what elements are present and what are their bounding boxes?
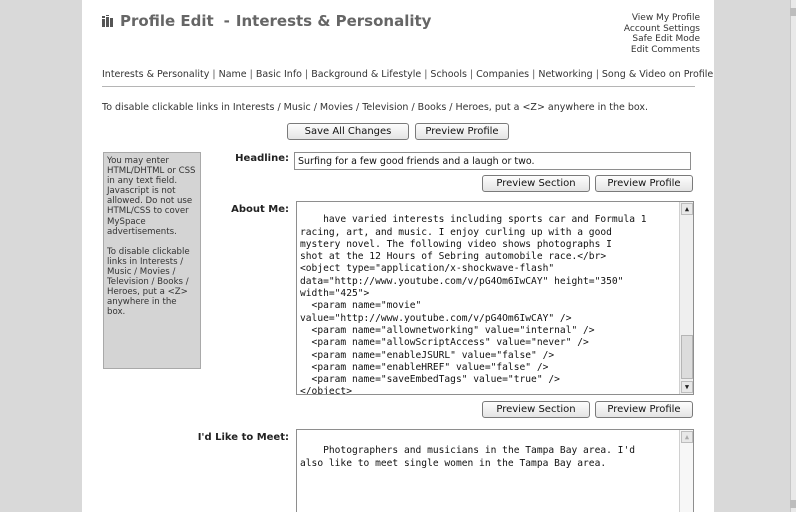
like-to-meet-label: I'd Like to Meet: — [197, 432, 289, 443]
link-view-my-profile[interactable]: View My Profile — [624, 13, 700, 24]
tab-song-video[interactable]: Song & Video on Profile — [602, 69, 713, 80]
help-text-html: You may enter HTML/DHTML or CSS in any t… — [107, 156, 196, 237]
section-tabs: Interests & Personality | Name | Basic Info |… — [102, 69, 713, 87]
header-links: View My Profile Account Settings Safe Ed… — [624, 13, 700, 55]
scroll-up-arrow-icon[interactable]: ▲ — [681, 431, 693, 443]
window-scroll-up-icon[interactable] — [790, 8, 796, 16]
tab-divider: | — [304, 69, 309, 80]
tab-divider: | — [469, 69, 474, 80]
tab-background-lifestyle[interactable]: Background & Lifestyle — [311, 69, 421, 80]
about-me-label: About Me: — [231, 204, 289, 215]
scroll-up-arrow-icon[interactable]: ▲ — [681, 203, 693, 215]
tab-interests-personality[interactable]: Interests & Personality — [102, 69, 209, 80]
page-title: Profile Edit - Interests & Personality — [102, 12, 431, 30]
tab-divider: | — [212, 69, 216, 80]
link-account-settings[interactable]: Account Settings — [624, 24, 700, 35]
about-me-text: have varied interests including sports c… — [300, 214, 647, 395]
save-all-changes-button[interactable]: Save All Changes — [287, 123, 409, 140]
myspace-logo-icon — [102, 14, 114, 27]
tab-name[interactable]: Name — [219, 69, 247, 80]
window-scroll-down-icon[interactable] — [790, 500, 796, 508]
html-help-box: You may enter HTML/DHTML or CSS in any t… — [103, 152, 201, 369]
headline-input[interactable]: Surfing for a few good friends and a lau… — [294, 152, 691, 170]
tab-divider: | — [595, 69, 599, 80]
about-me-scrollbar[interactable]: ▲ ▼ — [679, 202, 693, 394]
preview-section-button-about[interactable]: Preview Section — [482, 401, 590, 418]
scroll-down-arrow-icon[interactable]: ▼ — [681, 381, 693, 393]
profile-edit-page: Profile Edit - Interests & Personality V… — [82, 0, 714, 512]
headline-label: Headline: — [235, 153, 289, 164]
preview-profile-button-top[interactable]: Preview Profile — [415, 123, 509, 140]
window-scrollbar[interactable] — [790, 0, 796, 512]
tab-divider: | — [424, 69, 428, 80]
tab-basic-info[interactable]: Basic Info — [256, 69, 302, 80]
tab-companies[interactable]: Companies — [476, 69, 529, 80]
link-safe-edit-mode[interactable]: Safe Edit Mode — [624, 34, 700, 45]
help-text-links: To disable clickable links in Interests … — [107, 246, 190, 318]
tab-schools[interactable]: Schools — [430, 69, 467, 80]
preview-profile-button-headline[interactable]: Preview Profile — [595, 175, 693, 192]
scroll-thumb[interactable] — [681, 335, 693, 379]
like-to-meet-text: Photographers and musicians in the Tampa… — [300, 445, 636, 469]
tab-networking[interactable]: Networking — [538, 69, 592, 80]
title-prefix: Profile Edit — [120, 12, 214, 30]
preview-profile-button-about[interactable]: Preview Profile — [595, 401, 693, 418]
title-section: Interests & Personality — [235, 12, 432, 30]
tab-divider: | — [249, 69, 253, 80]
like-to-meet-scrollbar[interactable]: ▲ — [679, 430, 693, 512]
about-me-textarea[interactable]: have varied interests including sports c… — [296, 201, 694, 395]
tab-divider: | — [532, 69, 536, 80]
preview-section-button-headline[interactable]: Preview Section — [482, 175, 590, 192]
link-edit-comments[interactable]: Edit Comments — [624, 45, 700, 56]
title-separator: - — [223, 12, 230, 30]
like-to-meet-textarea[interactable]: Photographers and musicians in the Tampa… — [296, 429, 694, 512]
disable-links-note: To disable clickable links in Interests … — [102, 102, 649, 113]
